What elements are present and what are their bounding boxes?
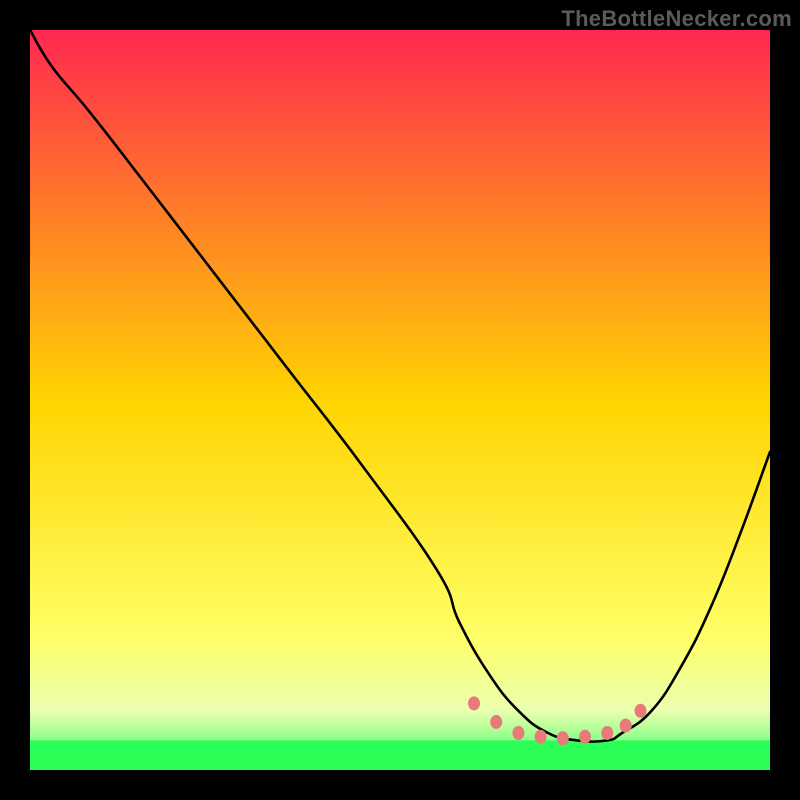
marker-dot [512,726,524,740]
marker-dot [468,696,480,710]
chart-frame: TheBottleNecker.com [0,0,800,800]
marker-dot [535,730,547,744]
green-zone [30,740,770,770]
attribution-text: TheBottleNecker.com [561,6,792,32]
marker-dot [579,730,591,744]
marker-dot [557,731,569,745]
bottleneck-curve [30,30,770,742]
marker-dot [601,726,613,740]
marker-dot [620,719,632,733]
curve-layer [30,30,770,770]
marker-dot [490,715,502,729]
plot-area [30,30,770,770]
optimal-range-markers [468,696,647,745]
marker-dot [635,704,647,718]
